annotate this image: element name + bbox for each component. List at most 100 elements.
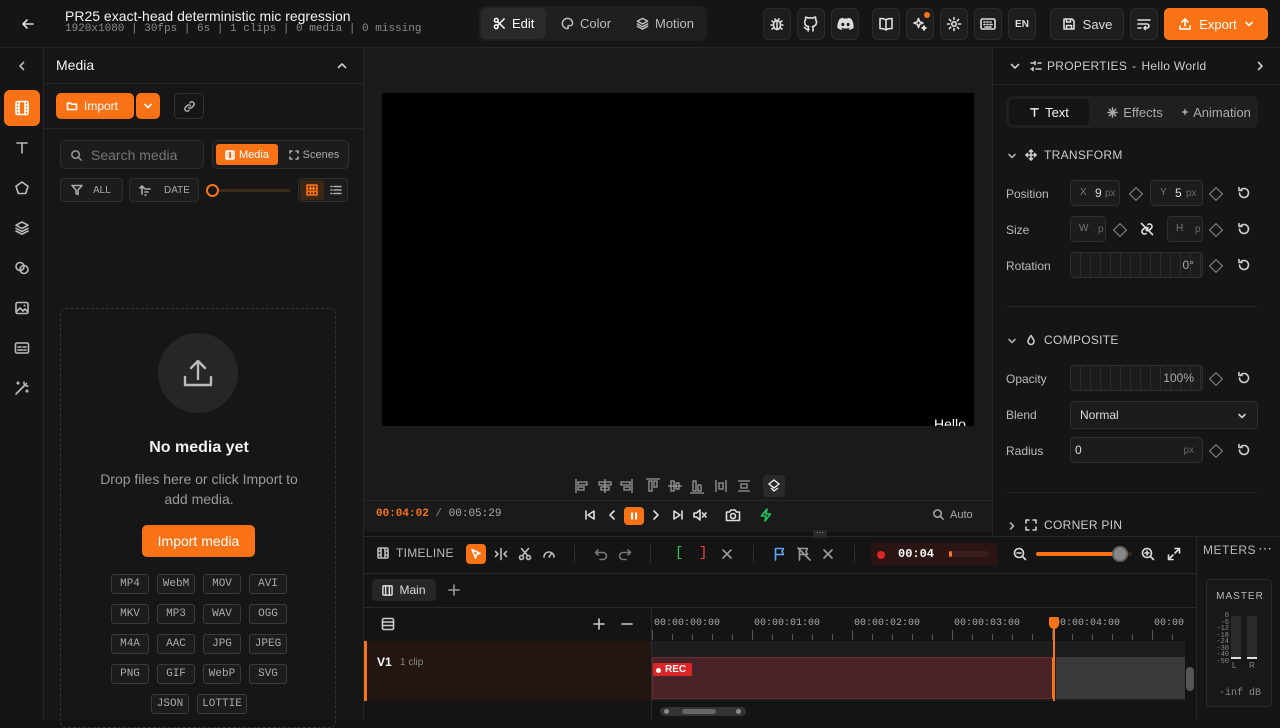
rail-captions[interactable]: [4, 330, 40, 366]
shortcuts-button[interactable]: [974, 8, 1002, 40]
recording-clip[interactable]: REC: [652, 657, 1054, 699]
chevron-up-icon[interactable]: [332, 58, 352, 74]
keyframe-diamond-icon[interactable]: [1128, 186, 1144, 202]
blend-select[interactable]: Normal: [1070, 401, 1258, 429]
transform-header[interactable]: TRANSFORM: [1025, 148, 1123, 162]
search-input[interactable]: [91, 146, 199, 164]
corner-pin-header[interactable]: CORNER PIN: [1025, 518, 1122, 532]
step-forward-icon[interactable]: [648, 507, 664, 523]
select-tool-button[interactable]: [466, 544, 486, 564]
playhead-handle[interactable]: [1049, 617, 1059, 629]
reset-icon[interactable]: [1237, 443, 1251, 457]
more-icon[interactable]: ⋯: [1258, 540, 1272, 557]
position-x-field[interactable]: X 9 px: [1070, 180, 1120, 206]
import-button[interactable]: Import: [56, 93, 134, 119]
import-url-button[interactable]: [174, 93, 204, 119]
zoom-slider-handle[interactable]: [1112, 546, 1129, 562]
tab-media[interactable]: Media: [216, 144, 278, 165]
preview-canvas[interactable]: Hello: [382, 93, 974, 426]
ai-features-button[interactable]: [906, 8, 934, 40]
scrollbar-thumb[interactable]: [682, 709, 716, 714]
reset-icon[interactable]: [1237, 258, 1251, 272]
import-media-button[interactable]: Import media: [142, 525, 255, 557]
skip-to-end-icon[interactable]: [670, 507, 686, 523]
snapshot-icon[interactable]: [723, 506, 743, 524]
remove-marker-icon[interactable]: [797, 547, 811, 561]
mode-motion[interactable]: Motion: [624, 8, 706, 39]
undo-icon[interactable]: [594, 547, 608, 561]
keyframe-diamond-icon[interactable]: [1208, 443, 1224, 459]
radius-field[interactable]: 0 px: [1070, 437, 1203, 463]
link-off-icon[interactable]: [1140, 222, 1154, 236]
record-control[interactable]: 00:04: [871, 543, 998, 566]
zoom-in-icon[interactable]: [1141, 547, 1155, 561]
filter-button[interactable]: ALL: [60, 178, 123, 202]
keyframe-diamond-icon[interactable]: [1112, 222, 1128, 238]
keyframe-diamond-icon[interactable]: [1208, 222, 1224, 238]
export-button[interactable]: Export: [1164, 8, 1268, 40]
grid-view-button[interactable]: [300, 180, 324, 200]
rail-transitions[interactable]: [4, 250, 40, 286]
chevron-down-icon[interactable]: [1006, 335, 1018, 347]
reset-icon[interactable]: [1237, 371, 1251, 385]
mode-color[interactable]: Color: [549, 8, 623, 39]
razor-tool-icon[interactable]: [518, 547, 532, 561]
language-button[interactable]: EN: [1008, 8, 1036, 40]
add-sequence-icon[interactable]: [447, 583, 461, 597]
import-options-button[interactable]: [136, 93, 160, 119]
size-w-field[interactable]: W p: [1070, 216, 1106, 242]
github-button[interactable]: [797, 8, 825, 40]
keyframe-diamond-icon[interactable]: [1208, 258, 1224, 274]
rail-layers[interactable]: [4, 210, 40, 246]
speed-tool-icon[interactable]: [542, 547, 556, 561]
rail-text[interactable]: [4, 130, 40, 166]
mark-in-button[interactable]: [: [675, 545, 683, 561]
chevron-down-icon[interactable]: [1008, 59, 1022, 73]
rail-images[interactable]: [4, 290, 40, 326]
drop-zone[interactable]: No media yet Drop files here or click Im…: [60, 308, 336, 728]
remove-track-icon[interactable]: [620, 617, 634, 631]
add-track-icon[interactable]: [592, 617, 606, 631]
list-view-button[interactable]: [325, 180, 347, 200]
mode-edit[interactable]: Edit: [481, 8, 547, 39]
track-header-v1[interactable]: V1 1 clip: [364, 641, 652, 701]
horizontal-scrollbar[interactable]: [660, 707, 746, 716]
keyframe-diamond-icon[interactable]: [1208, 186, 1224, 202]
reset-icon[interactable]: [1237, 222, 1251, 236]
sequence-tab-main[interactable]: Main: [372, 579, 436, 601]
ripple-tool-icon[interactable]: [494, 547, 508, 561]
timeline-zoom-slider[interactable]: [1036, 546, 1132, 562]
fit-timeline-icon[interactable]: [1167, 547, 1181, 561]
rail-media[interactable]: [4, 90, 40, 126]
scrollbar-start-handle[interactable]: [664, 709, 669, 714]
rail-effects[interactable]: [4, 370, 40, 406]
tab-animation[interactable]: Animation: [1176, 99, 1256, 125]
vertical-scrollbar[interactable]: [1186, 667, 1194, 691]
size-h-field[interactable]: H p: [1167, 216, 1203, 242]
opacity-scrub-field[interactable]: 100%: [1070, 365, 1203, 391]
resize-handle[interactable]: ⋯: [813, 529, 827, 538]
composite-header[interactable]: COMPOSITE: [1025, 333, 1119, 347]
time-ruler[interactable]: 00:00:00:00 00:00:01:00 00:00:02:00 00:00:0…: [652, 608, 1185, 640]
zoom-control[interactable]: Auto: [932, 508, 973, 521]
chevron-right-icon[interactable]: [1253, 59, 1267, 73]
playhead[interactable]: [1049, 617, 1059, 701]
rotation-scrub-field[interactable]: 0°: [1070, 252, 1203, 278]
tab-text[interactable]: Text: [1009, 99, 1089, 125]
position-y-field[interactable]: Y 5 px: [1150, 180, 1203, 206]
mark-out-button[interactable]: ]: [699, 545, 707, 561]
docs-button[interactable]: [872, 8, 900, 40]
clear-marks-icon[interactable]: [720, 547, 734, 561]
collapse-panel-icon[interactable]: [12, 56, 32, 76]
thumbnail-size-slider[interactable]: [206, 184, 290, 197]
bug-report-button[interactable]: [763, 8, 791, 40]
tab-scenes[interactable]: Scenes: [283, 144, 345, 165]
tab-effects[interactable]: Effects: [1098, 99, 1172, 125]
add-marker-icon[interactable]: [773, 547, 787, 561]
track-settings-icon[interactable]: [381, 617, 395, 631]
slider-handle[interactable]: [206, 184, 219, 197]
skip-to-start-icon[interactable]: [582, 507, 598, 523]
performance-mode-icon[interactable]: [757, 506, 775, 524]
scrollbar-end-handle[interactable]: [736, 709, 741, 714]
save-button[interactable]: Save: [1050, 8, 1124, 40]
